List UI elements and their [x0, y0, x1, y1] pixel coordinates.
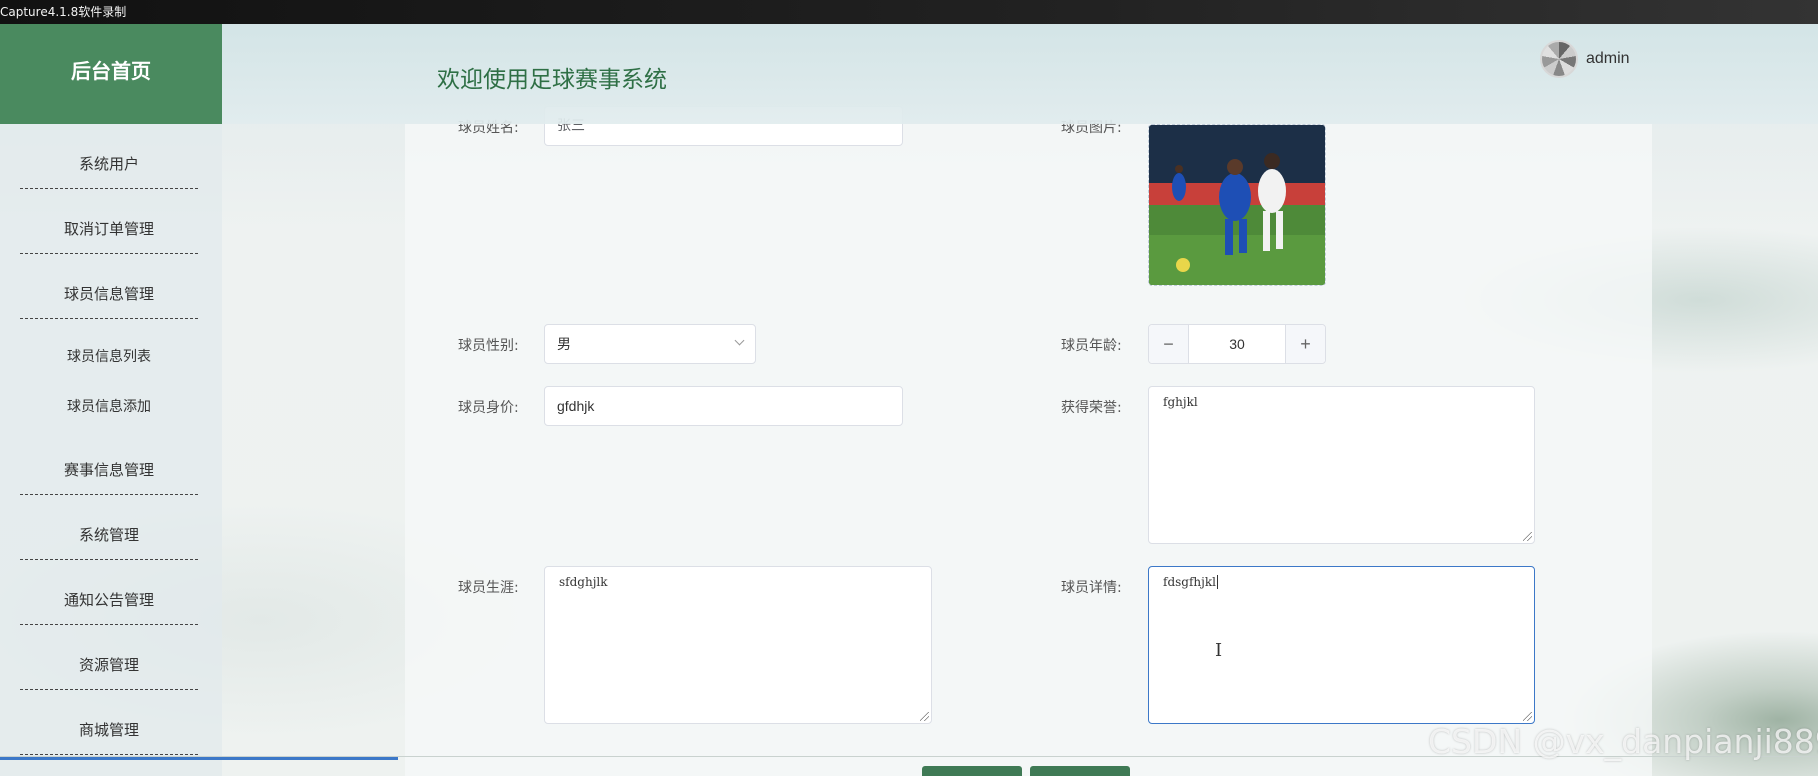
- sidebar-subitem-player-list[interactable]: 球员信息列表: [20, 346, 198, 366]
- page-title: 欢迎使用足球赛事系统: [437, 67, 667, 93]
- header: 欢迎使用足球赛事系统 admin: [222, 24, 1818, 124]
- user-menu[interactable]: admin: [1540, 40, 1630, 78]
- player-honors-label: 获得荣誉:: [1061, 400, 1122, 416]
- cancel-button[interactable]: [1030, 766, 1130, 776]
- recorder-title: Capture4.1.8软件录制: [0, 5, 127, 19]
- username: admin: [1586, 50, 1630, 67]
- sidebar-item-player-info[interactable]: 球员信息管理: [20, 254, 198, 319]
- player-gender-value: 男: [557, 336, 571, 352]
- player-details-text: fdsgfhjkl: [1163, 575, 1216, 589]
- avatar[interactable]: [1540, 40, 1578, 78]
- player-value-input[interactable]: gfdhjk: [544, 386, 903, 426]
- player-career-text: sfdghjlk: [559, 575, 608, 589]
- player-honors-textarea[interactable]: fghjkl: [1148, 386, 1535, 544]
- sidebar-home-label: 后台首页: [71, 58, 151, 83]
- sidebar-item-mall[interactable]: 商城管理: [20, 690, 198, 755]
- resize-handle-icon[interactable]: [1523, 712, 1532, 721]
- submit-button[interactable]: [922, 766, 1022, 776]
- sidebar-item-match-info[interactable]: 赛事信息管理: [20, 430, 198, 495]
- player-career-textarea[interactable]: sfdghjlk: [544, 566, 932, 724]
- sidebar: 系统用户 取消订单管理 球员信息管理 球员信息列表 球员信息添加 赛事信息管理 …: [0, 124, 222, 776]
- sidebar-item-system-users[interactable]: 系统用户: [20, 124, 198, 189]
- sidebar-item-notices[interactable]: 通知公告管理: [20, 560, 198, 625]
- player-career-label: 球员生涯:: [458, 580, 519, 596]
- player-details-textarea[interactable]: fdsgfhjkl: [1148, 566, 1535, 724]
- sidebar-subitem-player-add[interactable]: 球员信息添加: [20, 396, 198, 416]
- player-image-upload[interactable]: [1148, 124, 1326, 286]
- player-photo: [1149, 125, 1325, 285]
- sidebar-home-link[interactable]: 后台首页: [0, 24, 222, 124]
- player-honors-text: fghjkl: [1163, 395, 1198, 409]
- player-gender-select[interactable]: 男: [544, 324, 756, 364]
- player-value-text: gfdhjk: [557, 398, 595, 414]
- player-gender-label: 球员性别:: [458, 338, 519, 354]
- watermark: CSDN @vx_danpianji889: [1428, 722, 1818, 761]
- player-details-label: 球员详情:: [1061, 580, 1122, 596]
- recorder-title-bar: Capture4.1.8软件录制: [0, 0, 1818, 24]
- decrement-button[interactable]: −: [1149, 325, 1189, 363]
- text-caret: [1216, 575, 1218, 589]
- player-age-stepper[interactable]: − 30 +: [1148, 324, 1326, 364]
- resize-handle-icon[interactable]: [1523, 532, 1532, 541]
- text-cursor-icon: I: [1215, 640, 1223, 661]
- sidebar-item-system-management[interactable]: 系统管理: [20, 495, 198, 560]
- resize-handle-icon[interactable]: [920, 712, 929, 721]
- scroll-progress-bar: [0, 757, 398, 760]
- chevron-down-icon: [734, 335, 745, 346]
- sidebar-item-cancel-orders[interactable]: 取消订单管理: [20, 189, 198, 254]
- sidebar-item-resources[interactable]: 资源管理: [20, 625, 198, 690]
- increment-button[interactable]: +: [1285, 325, 1325, 363]
- player-value-label: 球员身价:: [458, 400, 519, 416]
- player-age-value[interactable]: 30: [1189, 325, 1285, 363]
- player-age-label: 球员年龄:: [1061, 338, 1122, 354]
